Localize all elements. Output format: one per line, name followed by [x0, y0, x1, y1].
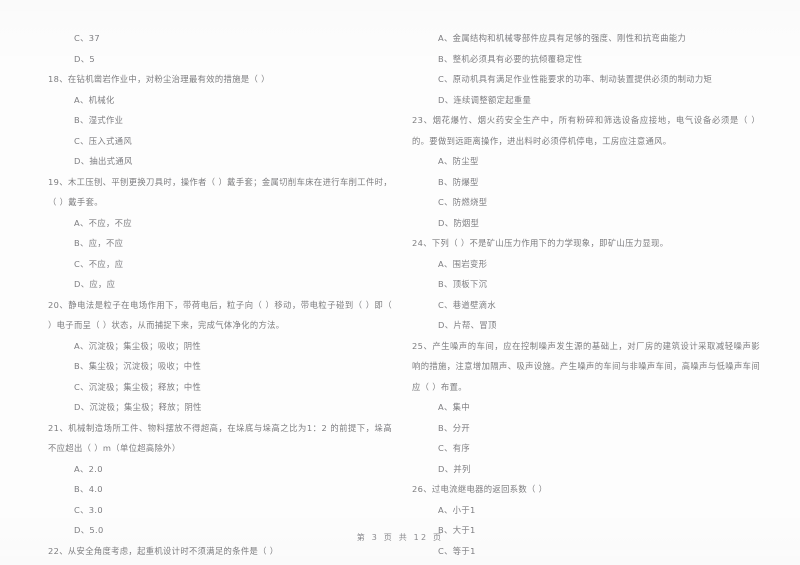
exam-page: C、37 D、5 18、在钻机凿岩作业中，对粉尘治理最有效的措施是（ ） A、机… [0, 0, 800, 565]
option-item: A、沉淀极；集尘极；吸收；阴性 [74, 340, 202, 351]
option-item: C、沉淀极；集尘极；释放；中性 [74, 381, 202, 392]
option-item: B、整机必须具有必要的抗倾覆稳定性 [438, 53, 583, 64]
page-columns: C、37 D、5 18、在钻机凿岩作业中，对粉尘治理最有效的措施是（ ） A、机… [0, 28, 800, 556]
option-item: C、等于1 [438, 545, 476, 556]
page-footer: 第 3 页 共 12 页 [0, 532, 800, 543]
option-item: D、沉淀极；集尘极；释放；阴性 [74, 402, 202, 412]
option-item: C、防燃烧型 [438, 197, 488, 207]
option-item: C、3.0 [74, 504, 104, 515]
question-stem: 26、过电流继电器的返回系数（ ） [412, 484, 548, 494]
option-item: D、并列 [438, 463, 471, 474]
option-item: A、围岩变形 [438, 258, 488, 269]
option-item: A、2.0 [74, 463, 103, 474]
option-item: D、片帮、冒顶 [438, 320, 497, 330]
left-column: C、37 D、5 18、在钻机凿岩作业中，对粉尘治理最有效的措施是（ ） A、机… [0, 28, 400, 556]
question-stem: 20、静电法是粒子在电场作用下，带荷电后，粒子向（ ）移动，带电粒子碰到（ ）即… [48, 299, 392, 331]
option-item: C、37 [74, 33, 101, 43]
option-item: A、不应，不应 [74, 217, 132, 228]
option-item: B、防爆型 [438, 176, 479, 187]
option-item: B、4.0 [74, 484, 103, 494]
option-item: C、原动机具有满足作业性能要求的功率、制动装置提供必须的制动力矩 [438, 74, 713, 84]
option-item: B、应，不应 [74, 238, 124, 248]
option-item: C、不应，应 [74, 258, 124, 269]
option-item: A、机械化 [74, 94, 115, 105]
option-item: B、分开 [438, 422, 470, 433]
option-item: D、5 [74, 53, 96, 64]
option-item: C、巷道壁滴水 [438, 299, 497, 310]
option-item: D、连续调整额定起重量 [438, 94, 532, 105]
option-item: B、湿式作业 [74, 115, 124, 125]
question-stem: 18、在钻机凿岩作业中，对粉尘治理最有效的措施是（ ） [48, 74, 270, 84]
question-stem: 25、产生噪声的车间，应在控制噪声发生源的基础上，对厂房的建筑设计采取减轻噪声影… [412, 340, 760, 392]
option-item: C、有序 [438, 443, 471, 453]
option-item: D、抽出式通风 [74, 156, 133, 166]
page-footer-text: 第 3 页 共 12 页 [356, 533, 444, 542]
question-stem: 22、从安全角度考虑，起重机设计时不须满足的条件是（ ） [48, 545, 279, 556]
question-stem: 19、木工压刨、平刨更换刀具时，操作者（ ）戴手套；金属切削车床在进行车削工件时… [48, 176, 392, 208]
question-stem: 21、机械制造场所工件、物料摆放不得超高，在垛底与垛高之比为1：2 的前提下，垛… [48, 422, 392, 454]
right-column: A、金属结构和机械零部件应具有足够的强度、刚性和抗弯曲能力 B、整机必须具有必要… [400, 28, 800, 556]
question-stem: 23、烟花爆竹、烟火药安全生产中，所有粉碎和筛选设备应接地，电气设备必须是（ ）… [412, 115, 760, 146]
option-item: A、小于1 [438, 504, 476, 515]
option-item: A、金属结构和机械零部件应具有足够的强度、刚性和抗弯曲能力 [438, 33, 687, 43]
option-item: A、集中 [438, 402, 470, 412]
option-item: B、集尘极；沉淀极；吸收；中性 [74, 361, 202, 371]
option-item: D、应，应 [74, 279, 116, 289]
option-item: C、压入式通风 [74, 135, 133, 146]
option-item: B、顶板下沉 [438, 279, 488, 289]
question-stem: 24、下列（ ）不是矿山压力作用下的力学现象，即矿山压力显现。 [412, 238, 669, 248]
option-item: D、防烟型 [438, 217, 480, 228]
option-item: A、防尘型 [438, 156, 479, 166]
